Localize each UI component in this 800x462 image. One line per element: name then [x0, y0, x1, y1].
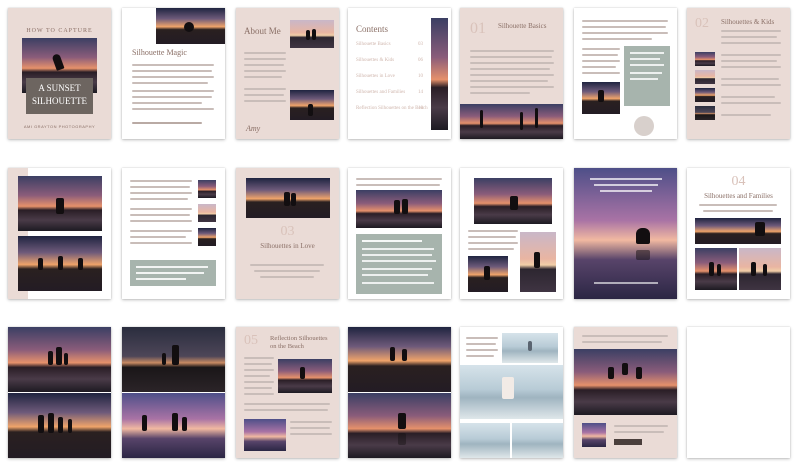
page-contents[interactable]: Contents Silhouette Basics Silhouettes &…: [348, 8, 451, 139]
reflection-photo-4: [348, 393, 451, 458]
contents-title: Contents: [356, 24, 389, 34]
page-families-photos-2[interactable]: [122, 327, 225, 458]
families-photo-5: [8, 393, 111, 458]
cover-footer: AMI GRAYTON PHOTOGRAPHY: [23, 124, 96, 129]
reflection-button[interactable]: [614, 439, 642, 445]
kids-thumb-2: [695, 70, 715, 84]
contents-item-5[interactable]: Reflection Silhouettes on the Beach: [356, 106, 428, 111]
reflection-photo-1: [278, 359, 332, 393]
page-silhouettes-families[interactable]: 04 Silhouettes and Families: [687, 168, 790, 299]
reflection-photo-2: [244, 419, 286, 451]
magic-title: Silhouette Magic: [132, 48, 187, 57]
families-photo-6: [122, 327, 225, 392]
kids-small-3: [198, 228, 216, 246]
contents-item-4[interactable]: Silhouettes and Families: [356, 90, 405, 95]
reflection-photo-3: [348, 327, 451, 392]
kids-small-1: [198, 180, 216, 198]
page-reflection-light[interactable]: [460, 327, 563, 458]
cover-line-2: A SUNSET: [38, 83, 81, 93]
reflection-photo-5: [502, 333, 558, 363]
kids-small-2: [198, 204, 216, 222]
basics-photo-2: [582, 82, 620, 114]
page-kids-photos[interactable]: [8, 168, 111, 299]
families-photo-2: [695, 248, 737, 290]
page-spread-grid: HOW TO CAPTURE A SUNSET SILHOUETTE AMI G…: [0, 0, 800, 462]
love-photo-4: [468, 256, 508, 292]
contents-page-4: 14: [418, 90, 423, 95]
kids-thumb-3: [695, 88, 715, 102]
page-cover[interactable]: HOW TO CAPTURE A SUNSET SILHOUETTE AMI G…: [8, 8, 111, 139]
cover-line-3: SILHOUETTE: [32, 96, 87, 106]
basics-photo: [460, 104, 563, 139]
reflection-photo-10: [582, 423, 606, 447]
basics-number: 01: [470, 20, 486, 37]
kids-title: Silhouettes & Kids: [721, 18, 775, 26]
families-photo-7: [122, 393, 225, 458]
families-number: 04: [731, 174, 746, 189]
love-full-photo: [574, 168, 677, 299]
basics-sidebar: [624, 46, 670, 106]
page-families-photos-1[interactable]: [8, 327, 111, 458]
contents-page-5: 18: [418, 106, 423, 111]
love-photo-2: [356, 190, 442, 228]
page-silhouettes-love[interactable]: 03 Silhouettes in Love: [236, 168, 339, 299]
kids-quote-box: [130, 260, 216, 286]
basics-round-photo: [634, 116, 654, 136]
page-silhouette-basics[interactable]: 01 Silhouette Basics: [460, 8, 563, 139]
love-title: Silhouettes in Love: [260, 242, 315, 250]
page-silhouettes-kids[interactable]: 02 Silhouettes & Kids: [687, 8, 790, 139]
reflection-number: 05: [244, 333, 258, 348]
families-title: Silhouettes and Families: [704, 192, 773, 200]
reflection-photo-9: [574, 349, 677, 415]
contents-page-1: 03: [418, 42, 423, 47]
reflection-photo-8: [512, 423, 563, 458]
about-title: About Me: [244, 26, 281, 36]
contents-photo: [431, 18, 448, 130]
contents-item-2[interactable]: Silhouettes & Kids: [356, 58, 394, 63]
reflection-photo-7: [460, 423, 510, 458]
about-photo-1: [290, 20, 334, 48]
page-blank: [687, 327, 790, 458]
cover-title-box: A SUNSET SILHOUETTE: [26, 78, 93, 114]
contents-page-3: 10: [418, 74, 423, 79]
love-photo-3: [474, 178, 552, 224]
kids-photo-1: [18, 176, 102, 231]
about-signature: Amy: [246, 124, 261, 133]
page-love-full[interactable]: [574, 168, 677, 299]
page-basics-2[interactable]: [574, 8, 677, 139]
page-about-me[interactable]: About Me Amy: [236, 8, 339, 139]
families-photo-1: [695, 218, 781, 244]
contents-item-3[interactable]: Silhouettes in Love: [356, 74, 395, 79]
contents-page-2: 06: [418, 58, 423, 63]
magic-photo: [156, 8, 225, 44]
kids-photo-2: [18, 236, 102, 291]
page-reflection-beach[interactable]: 05 Reflection Silhouettes on the Beach: [236, 327, 339, 458]
kids-thumb-4: [695, 106, 715, 120]
love-tips-box: [356, 234, 442, 294]
families-photo-3: [739, 248, 781, 290]
love-number: 03: [280, 224, 295, 239]
page-love-text[interactable]: [348, 168, 451, 299]
about-photo-2: [290, 90, 334, 120]
love-photo-5: [520, 232, 556, 292]
page-love-photos[interactable]: [460, 168, 563, 299]
reflection-photo-6: [460, 365, 563, 419]
cover-line-1: HOW TO CAPTURE: [26, 28, 93, 34]
kids-number: 02: [695, 16, 709, 31]
love-photo: [246, 178, 330, 218]
page-reflection-photos[interactable]: [348, 327, 451, 458]
reflection-title: Reflection Silhouettes on the Beach: [270, 335, 328, 350]
page-reflection-jump[interactable]: [574, 327, 677, 458]
basics-title: Silhouette Basics: [498, 22, 547, 30]
page-kids-text[interactable]: [122, 168, 225, 299]
contents-item-1[interactable]: Silhouette Basics: [356, 42, 391, 47]
kids-thumb-1: [695, 52, 715, 66]
page-silhouette-magic[interactable]: Silhouette Magic: [122, 8, 225, 139]
families-photo-4: [8, 327, 111, 392]
